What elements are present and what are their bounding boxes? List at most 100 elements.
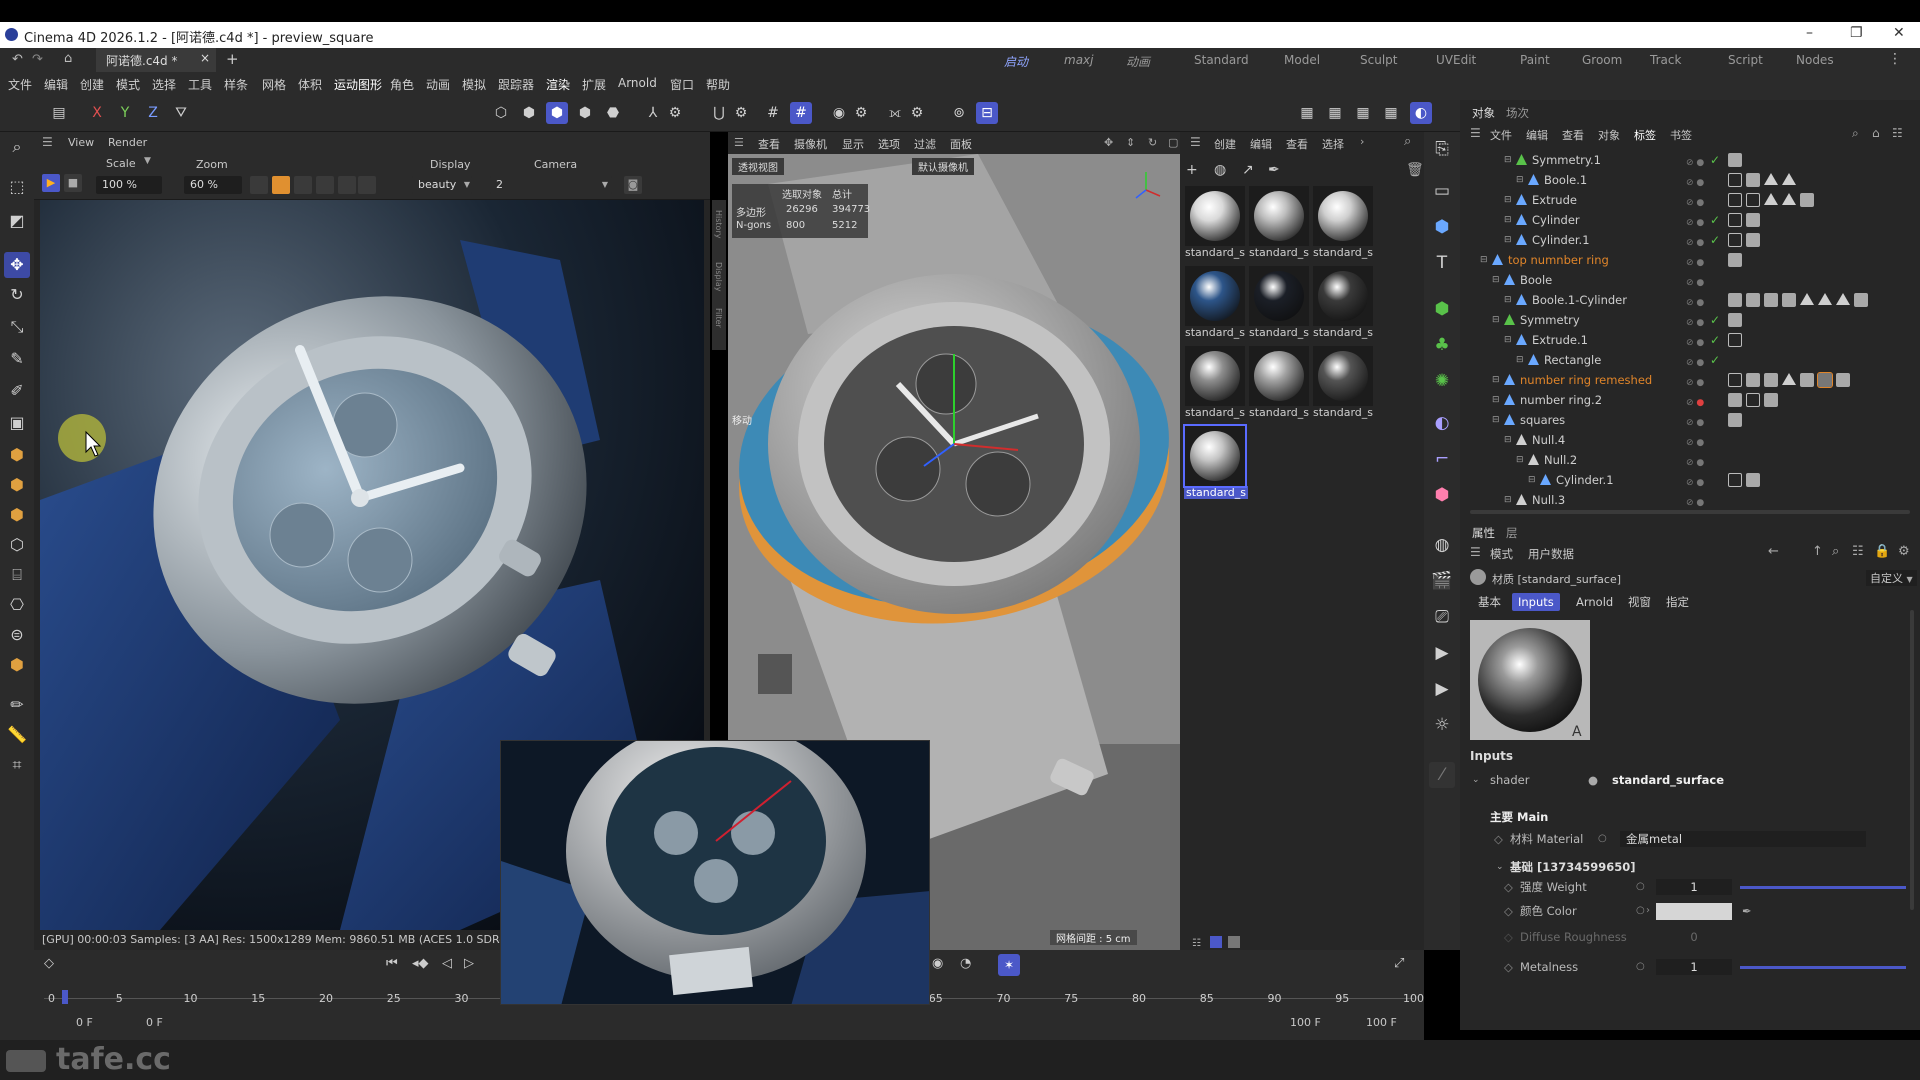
menu-item-5[interactable]: 工具 — [188, 76, 212, 93]
menu-item-6[interactable]: 样条 — [224, 76, 248, 93]
rotate-tool-icon[interactable]: ↻ — [4, 282, 30, 308]
attr-menu-mode[interactable]: 模式 — [1490, 546, 1513, 562]
viewport-name[interactable]: 透视视图 — [732, 158, 784, 175]
om-search-icon[interactable]: ⌕ — [1852, 126, 1859, 141]
prev-key-icon[interactable]: ◂◆ — [412, 956, 429, 971]
paint-tool-icon[interactable]: ✏ — [4, 692, 30, 718]
tag-icon[interactable] — [1764, 193, 1778, 205]
attr-hamburger-icon[interactable]: ☰ — [1470, 545, 1481, 559]
layout-tab-1[interactable]: maxj — [1064, 53, 1093, 67]
vp-menu-options[interactable]: 选项 — [878, 136, 900, 152]
attr-vertical-scrollbar[interactable] — [1910, 610, 1914, 910]
menu-item-10[interactable]: 角色 — [390, 76, 414, 93]
snapshot-icon[interactable]: ⌗ — [4, 752, 30, 778]
object-name[interactable]: Null.4 — [1532, 430, 1565, 450]
om-menu-item-0[interactable]: 文件 — [1490, 127, 1512, 143]
tag-icon[interactable] — [1728, 193, 1742, 207]
expand-toggle-icon[interactable]: ⊟ — [1504, 430, 1512, 450]
layout-tab-7[interactable]: Paint — [1520, 53, 1550, 67]
attr-subtab-4[interactable]: 指定 — [1660, 593, 1695, 611]
close-tab-icon[interactable]: × — [200, 51, 210, 65]
tag-icon[interactable] — [1782, 173, 1796, 185]
vp-menu-display[interactable]: 显示 — [842, 136, 864, 152]
object-row[interactable]: ⊟ number ring remeshed ⊘ ● — [1460, 370, 1920, 390]
tag-icon[interactable] — [1728, 173, 1742, 187]
go-to-start-icon[interactable]: ⏮ — [386, 956, 398, 971]
material-swatch[interactable]: standard_s — [1184, 346, 1246, 419]
enabled-check-icon[interactable]: ✓ — [1710, 350, 1720, 370]
axis-z-lock[interactable]: Z — [142, 102, 164, 124]
hamburger-icon[interactable]: ☰ — [42, 135, 53, 149]
enabled-check-icon[interactable]: ✓ — [1710, 230, 1720, 250]
clapper-icon[interactable]: 🎬 — [1429, 568, 1455, 594]
environment-icon[interactable]: ◍ — [1429, 532, 1455, 558]
pv-menu-view[interactable]: View — [68, 136, 94, 149]
timeline-expand-icon[interactable]: ⤢ — [1394, 956, 1404, 971]
tag-icon[interactable] — [1764, 393, 1778, 407]
enabled-check-icon[interactable]: ✓ — [1710, 310, 1720, 330]
mat-search-icon[interactable]: ⌕ — [1404, 134, 1411, 149]
menu-item-1[interactable]: 编辑 — [44, 76, 68, 93]
menu-item-16[interactable]: Arnold — [618, 76, 657, 90]
display-dropdown[interactable]: beauty ▼ — [412, 176, 472, 194]
floor-icon[interactable]: ⌸ — [4, 562, 30, 588]
expand-toggle-icon[interactable]: ⊟ — [1516, 350, 1524, 370]
om-menu-item-4[interactable]: 标签 — [1634, 127, 1656, 143]
tag-icon[interactable] — [1746, 373, 1760, 387]
chevron-down-icon[interactable]: ⌄ — [1472, 769, 1480, 791]
menu-item-11[interactable]: 动画 — [426, 76, 450, 93]
snapshot-camera-icon[interactable]: ◙ — [624, 176, 642, 194]
object-name[interactable]: Symmetry.1 — [1532, 150, 1601, 170]
tag-icon[interactable] — [1782, 293, 1796, 307]
tag-icon[interactable] — [1728, 473, 1742, 487]
object-row[interactable]: ⊟ Rectangle ⊘ ● ✓ — [1460, 350, 1920, 370]
new-material-icon[interactable]: + — [1186, 162, 1198, 178]
expand-toggle-icon[interactable]: ⊟ — [1492, 390, 1500, 410]
home-icon[interactable]: ⌂ — [64, 51, 72, 66]
menu-item-13[interactable]: 跟踪器 — [498, 76, 534, 93]
keyframe-icon[interactable]: ◇ — [1504, 876, 1513, 898]
view-grid-icon[interactable] — [316, 176, 334, 194]
cloner-icon[interactable]: ⬢ — [1429, 296, 1455, 322]
menu-item-4[interactable]: 选择 — [152, 76, 176, 93]
document-tab[interactable]: 阿诺德.c4d * × — [96, 48, 216, 72]
connector-icon[interactable]: ○ — [1636, 876, 1645, 898]
om-menu-item-5[interactable]: 书签 — [1670, 127, 1692, 143]
object-row[interactable]: ⊟ squares ⊘ ● — [1460, 410, 1920, 430]
weight-slider[interactable] — [1740, 886, 1906, 889]
move-tool-icon[interactable]: ✥ — [4, 252, 30, 278]
expand-toggle-icon[interactable]: ⊟ — [1516, 170, 1524, 190]
keyframe-icon[interactable]: ◇ — [1494, 828, 1503, 850]
layout-icon[interactable]: ▤ — [48, 102, 70, 124]
material-swatch[interactable]: standard_s — [1184, 186, 1246, 259]
expand-toggle-icon[interactable]: ⊟ — [1504, 490, 1512, 510]
object-row[interactable]: ⊟ number ring.2 ⊘ ● — [1460, 390, 1920, 410]
object-row[interactable]: ⊟ Cylinder.1 ⊘ ● — [1460, 470, 1920, 490]
expand-toggle-icon[interactable]: ⊟ — [1504, 190, 1512, 210]
object-name[interactable]: Null.3 — [1532, 490, 1565, 510]
om-menu-item-1[interactable]: 编辑 — [1526, 127, 1548, 143]
mat-grid-view-icon[interactable] — [1210, 936, 1222, 948]
enabled-check-icon[interactable]: ✓ — [1710, 210, 1720, 230]
connector-icon[interactable]: ○ — [1636, 900, 1645, 922]
expand-toggle-icon[interactable]: ⊟ — [1504, 290, 1512, 310]
scene-icon[interactable]: ⎘ — [1429, 136, 1455, 162]
chevron-down-icon[interactable]: ⌄ — [1496, 856, 1504, 878]
object-row[interactable]: ⊟ Null.3 ⊘ ● — [1460, 490, 1920, 510]
scale-field[interactable]: 100 % — [96, 176, 162, 194]
tag-icon[interactable] — [1728, 313, 1742, 327]
preset-dropdown[interactable]: 自定义 ▼ — [1866, 570, 1917, 586]
attr-filter-icon[interactable]: ☷ — [1852, 544, 1864, 559]
weight-field[interactable]: 1 — [1656, 879, 1732, 895]
tab-takes[interactable]: 场次 — [1506, 105, 1529, 121]
layout-tab-0[interactable]: 启动 — [1004, 53, 1029, 74]
tag-icon[interactable] — [1728, 153, 1742, 167]
vp-menu-filter[interactable]: 过滤 — [914, 136, 936, 152]
mat-large-view-icon[interactable] — [1228, 936, 1240, 948]
volume-icon[interactable]: ⬢ — [1429, 482, 1455, 508]
zoom-field[interactable]: 60 % — [184, 176, 242, 194]
attr-subtab-2[interactable]: Arnold — [1570, 593, 1619, 611]
history-side-tab[interactable]: History — [714, 210, 723, 238]
filter-side-tab[interactable]: Filter — [714, 308, 723, 328]
expand-toggle-icon[interactable]: ⊟ — [1492, 370, 1500, 390]
